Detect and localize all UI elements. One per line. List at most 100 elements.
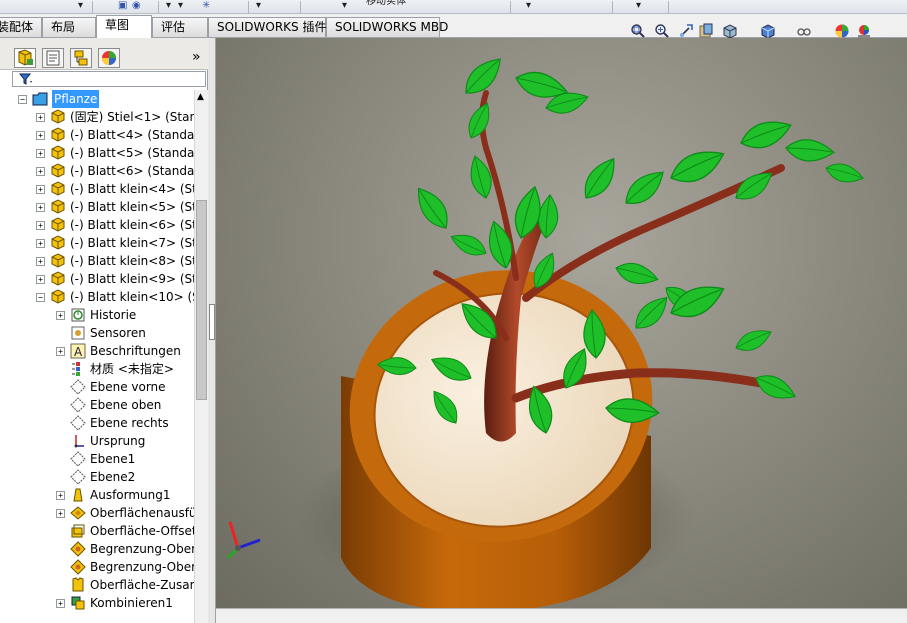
scroll-up-arrow[interactable]: ▲: [197, 92, 204, 102]
dropdown-arrow[interactable]: ▾: [636, 0, 641, 13]
tree-item[interactable]: Begrenzung-Oberfläche: [0, 540, 194, 558]
expand-toggle[interactable]: +: [56, 347, 65, 356]
expand-toggle[interactable]: +: [36, 131, 45, 140]
tree-item[interactable]: Oberfläche-Zusammenfügen: [0, 576, 194, 594]
tree-item-label: (-) Blatt klein<10> (Standard: [70, 290, 194, 304]
tree-item[interactable]: + Historie: [0, 306, 194, 324]
tab-layout[interactable]: 布局: [42, 17, 96, 37]
edit-appearance-icon[interactable]: [834, 23, 850, 39]
expand-toggle[interactable]: +: [36, 149, 45, 158]
tree-item[interactable]: + (-) Blatt<5> (Standard<<: [0, 144, 194, 162]
insert-component-icon[interactable]: ◉: [132, 0, 141, 13]
dropdown-arrow[interactable]: ▾: [178, 0, 183, 13]
tree-item[interactable]: Begrenzung-Oberfläche: [0, 558, 194, 576]
tree-item[interactable]: + (-) Blatt klein<4> (Standard: [0, 180, 194, 198]
expand-toggle[interactable]: +: [36, 221, 45, 230]
tree-item[interactable]: + (-) Blatt<4> (Standard<<: [0, 126, 194, 144]
feature-manager-panel: » − Pflanze + (固定) Stiel<1> (Standard< + (-) …: [0, 38, 208, 623]
part-icon: [50, 217, 66, 233]
zoom-to-fit-icon[interactable]: [630, 23, 646, 39]
configuration-manager-icon[interactable]: [70, 48, 92, 68]
tab-solidworks-mbd[interactable]: SOLIDWORKS MBD: [326, 17, 448, 37]
expand-toggle[interactable]: +: [36, 113, 45, 122]
zoom-area-icon[interactable]: [654, 23, 670, 39]
tree-item[interactable]: Ebene vorne: [0, 378, 194, 396]
graphics-area[interactable]: [216, 38, 907, 613]
part-icon: [50, 199, 66, 215]
tree-item[interactable]: + Oberflächenausfüllen: [0, 504, 194, 522]
surface-knit-icon: [70, 577, 86, 593]
assembly-icon: [32, 91, 48, 107]
section-view-icon[interactable]: [698, 23, 714, 39]
tree-item[interactable]: − Pflanze: [0, 90, 194, 108]
property-manager-icon[interactable]: [42, 48, 64, 68]
tree-item[interactable]: Sensoren: [0, 324, 194, 342]
splitter-handle[interactable]: [209, 304, 215, 340]
expand-toggle[interactable]: +: [56, 311, 65, 320]
tree-item[interactable]: + (-) Blatt klein<8> (Standard: [0, 252, 194, 270]
move-body-label[interactable]: 移动实体: [366, 0, 406, 10]
tree-item[interactable]: Ebene oben: [0, 396, 194, 414]
expand-toggle[interactable]: +: [56, 599, 65, 608]
tree-item[interactable]: Oberfläche-Offset: [0, 522, 194, 540]
hide-show-icon[interactable]: [796, 23, 812, 39]
filter-icon[interactable]: [19, 73, 33, 85]
plant-model: [296, 58, 864, 613]
feature-tree-filter[interactable]: [12, 71, 206, 87]
expand-toggle[interactable]: +: [56, 491, 65, 500]
feature-tree-icon[interactable]: [14, 48, 36, 68]
tree-item[interactable]: Ursprung: [0, 432, 194, 450]
expand-toggle[interactable]: +: [56, 509, 65, 518]
expand-toggle[interactable]: +: [36, 185, 45, 194]
tree-item[interactable]: + (-) Blatt<6> (Standard<<: [0, 162, 194, 180]
material-icon: [70, 361, 86, 377]
dropdown-arrow[interactable]: ▾: [342, 0, 347, 13]
expand-toggle[interactable]: +: [36, 275, 45, 284]
scrollbar-thumb[interactable]: [196, 200, 207, 400]
tree-vertical-scrollbar[interactable]: ▲ ▼: [194, 90, 208, 623]
expand-toggle[interactable]: +: [36, 167, 45, 176]
plane-icon: [70, 415, 86, 431]
leaf: [635, 296, 668, 329]
tree-item[interactable]: Ebene2: [0, 468, 194, 486]
display-manager-icon[interactable]: [98, 48, 120, 68]
expand-toggle[interactable]: +: [36, 203, 45, 212]
tree-item[interactable]: Ebene rechts: [0, 414, 194, 432]
expand-toggle[interactable]: +: [36, 239, 45, 248]
tree-item[interactable]: + (-) Blatt klein<9> (Standard: [0, 270, 194, 288]
collapse-toggle[interactable]: −: [36, 293, 45, 302]
tree-item[interactable]: + (-) Blatt klein<7> (Standard: [0, 234, 194, 252]
dropdown-arrow[interactable]: ▾: [256, 0, 261, 13]
tree-item[interactable]: + Ausformung1: [0, 486, 194, 504]
tree-item-label: Ebene2: [90, 470, 136, 484]
tree-item[interactable]: + A Beschriftungen: [0, 342, 194, 360]
sketch-icon[interactable]: ✳: [202, 0, 210, 13]
display-style-icon[interactable]: [760, 23, 776, 39]
coordinate-triad-icon[interactable]: [226, 516, 266, 562]
leaf: [488, 220, 513, 269]
component-icon[interactable]: ▣: [118, 0, 127, 13]
tree-item[interactable]: + (-) Blatt klein<5> (Standard: [0, 198, 194, 216]
view-orientation-icon[interactable]: [722, 23, 738, 39]
tab-assembly[interactable]: 装配体: [0, 17, 42, 37]
tree-item[interactable]: − (-) Blatt klein<10> (Standard: [0, 288, 194, 306]
dropdown-arrow[interactable]: ▾: [166, 0, 171, 13]
expand-toggle[interactable]: +: [36, 257, 45, 266]
previous-view-icon[interactable]: [678, 23, 694, 39]
tree-item[interactable]: 材质 <未指定>: [0, 360, 194, 378]
collapse-panel-button[interactable]: »: [192, 49, 201, 65]
tree-item[interactable]: + (-) Blatt klein<6> (Standard: [0, 216, 194, 234]
tree-item[interactable]: + Kombinieren1: [0, 594, 194, 612]
tab-solidworks-addins[interactable]: SOLIDWORKS 插件: [208, 17, 326, 37]
tree-item[interactable]: + (固定) Stiel<1> (Standard<: [0, 108, 194, 126]
tree-item[interactable]: Ebene1: [0, 450, 194, 468]
collapse-toggle[interactable]: −: [18, 95, 27, 104]
tab-sketch[interactable]: 草图: [96, 15, 152, 38]
panel-splitter[interactable]: [208, 38, 216, 623]
part-icon: [50, 109, 66, 125]
dropdown-arrow[interactable]: ▾: [526, 0, 531, 13]
tab-evaluate[interactable]: 评估: [152, 17, 208, 37]
apply-scene-icon[interactable]: [856, 23, 872, 39]
tree-item-label: (-) Blatt klein<6> (Standard: [70, 218, 194, 232]
dropdown-arrow[interactable]: ▾: [78, 0, 83, 13]
